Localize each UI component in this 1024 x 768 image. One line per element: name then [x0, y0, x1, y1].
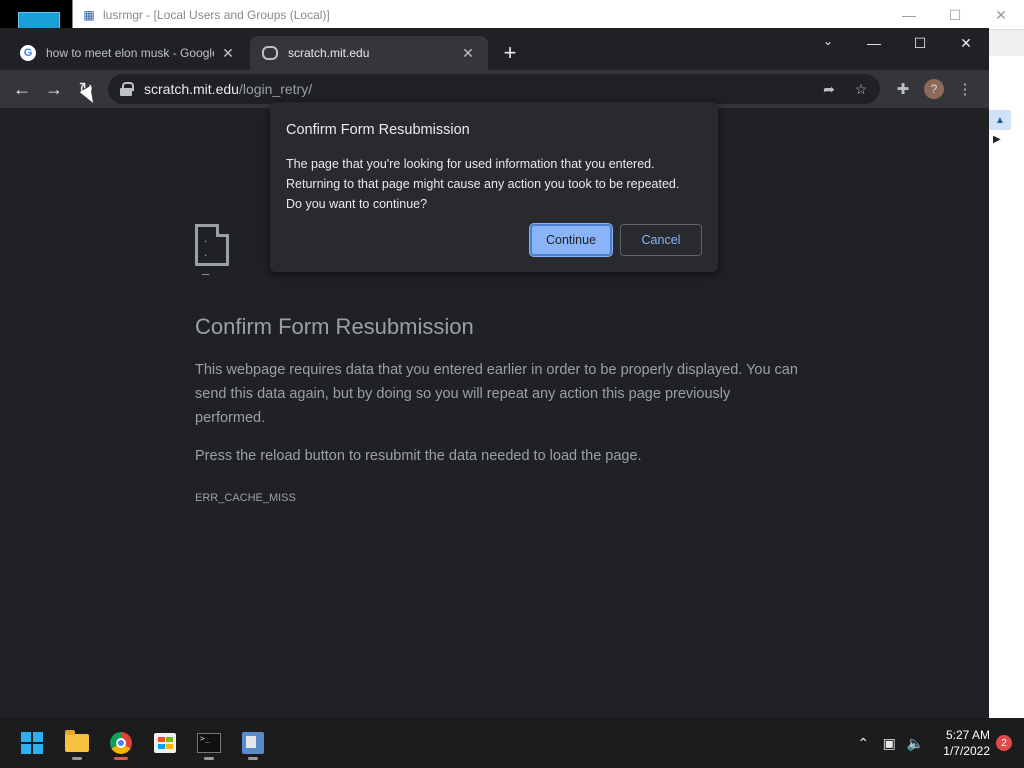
store-icon	[154, 733, 176, 753]
extensions-icon[interactable]: ✚	[890, 74, 916, 104]
dialog-message-line: Returning to that page might cause any a…	[286, 177, 680, 191]
confirm-resubmission-dialog: Confirm Form Resubmission The page that …	[270, 102, 718, 272]
tab-strip: G how to meet elon musk - Google ✕ scrat…	[0, 28, 989, 70]
running-indicator	[248, 757, 258, 760]
system-tray: ⌃ ▣ 🔈 5:27 AM 1/7/2022 2	[851, 718, 1024, 768]
notification-badge[interactable]: 2	[996, 735, 1012, 751]
lusrmgr-panel	[988, 56, 1024, 718]
running-indicator	[72, 757, 82, 760]
network-icon[interactable]: ▣	[877, 731, 901, 755]
taskbar: >_ ⌃ ▣ 🔈 5:27 AM 1/7/2022 2	[0, 718, 1024, 768]
share-icon[interactable]: ➦	[818, 78, 840, 100]
start-icon	[21, 732, 43, 754]
start-button[interactable]	[15, 726, 49, 760]
tab-label: scratch.mit.edu	[288, 46, 370, 60]
error-instruction: Press the reload button to resubmit the …	[195, 448, 642, 464]
cancel-button[interactable]: Cancel	[620, 224, 702, 256]
computer-management-icon	[242, 732, 264, 754]
error-title: Confirm Form Resubmission	[195, 314, 474, 339]
url-host: scratch.mit.edu	[144, 81, 239, 97]
tab-search-icon[interactable]: ⌄	[816, 34, 840, 54]
error-code: ERR_CACHE_MISS	[195, 492, 296, 504]
dialog-title: Confirm Form Resubmission	[286, 122, 470, 138]
close-tab-icon[interactable]: ✕	[460, 45, 476, 61]
chrome-taskbar-button[interactable]	[104, 726, 138, 760]
continue-button[interactable]: Continue	[529, 223, 613, 257]
tab-scratch[interactable]: scratch.mit.edu ✕	[250, 36, 488, 70]
address-bar[interactable]: scratch.mit.edu/login_retry/ ➦ ☆	[108, 74, 880, 104]
error-description: This webpage requires data that you ente…	[195, 362, 798, 426]
lock-icon[interactable]	[120, 82, 134, 96]
back-icon[interactable]: ←	[6, 73, 38, 105]
minimize-icon[interactable]: —	[851, 28, 897, 58]
lusrmgr-titlebar[interactable]: ▦ lusrmgr - [Local Users and Groups (Loc…	[73, 0, 1024, 30]
tab-label: how to meet elon musk - Google	[46, 46, 214, 60]
computer-management-button[interactable]	[236, 726, 270, 760]
sad-page-icon: ˙ ˙ —	[195, 224, 229, 281]
running-indicator	[204, 757, 214, 760]
forward-icon[interactable]: →	[38, 73, 70, 105]
terminal-icon: >_	[197, 733, 221, 753]
terminal-button[interactable]: >_	[192, 726, 226, 760]
profile-avatar[interactable]: ?	[924, 79, 944, 99]
close-tab-icon[interactable]: ✕	[220, 45, 236, 61]
dialog-message-line: Do you want to continue?	[286, 197, 428, 211]
close-window-icon[interactable]: ✕	[943, 28, 989, 58]
scratch-icon	[262, 46, 278, 60]
dialog-message-line: The page that you're looking for used in…	[286, 157, 655, 171]
clock-date: 1/7/2022	[943, 744, 990, 758]
clock[interactable]: 5:27 AM 1/7/2022	[943, 727, 990, 759]
store-button[interactable]	[148, 726, 182, 760]
google-icon: G	[20, 45, 36, 61]
volume-icon[interactable]: 🔈	[903, 731, 927, 755]
tab-google-search[interactable]: G how to meet elon musk - Google ✕	[8, 36, 248, 70]
url-path: /login_retry/	[238, 81, 313, 97]
expand-arrow-icon[interactable]: ▶	[993, 134, 1001, 145]
new-tab-button[interactable]: +	[498, 42, 522, 66]
dialog-message: The page that you're looking for used in…	[286, 154, 702, 214]
active-indicator	[114, 757, 128, 760]
computer-management-icon: ▦	[83, 7, 95, 22]
chrome-icon	[110, 732, 132, 754]
menu-icon[interactable]: ⋮	[952, 74, 978, 104]
lusrmgr-title: lusrmgr - [Local Users and Groups (Local…	[103, 7, 330, 22]
file-explorer-button[interactable]	[60, 726, 94, 760]
file-explorer-icon	[65, 730, 89, 752]
scroll-up-icon[interactable]: ▲	[989, 110, 1011, 130]
minimize-icon[interactable]: —	[886, 0, 932, 30]
maximize-icon[interactable]: ☐	[932, 0, 978, 30]
maximize-icon[interactable]: ☐	[897, 28, 943, 58]
clock-time: 5:27 AM	[945, 728, 990, 742]
bookmark-star-icon[interactable]: ☆	[850, 78, 872, 100]
close-icon[interactable]: ✕	[978, 0, 1024, 30]
chevron-up-icon[interactable]: ⌃	[851, 731, 875, 755]
